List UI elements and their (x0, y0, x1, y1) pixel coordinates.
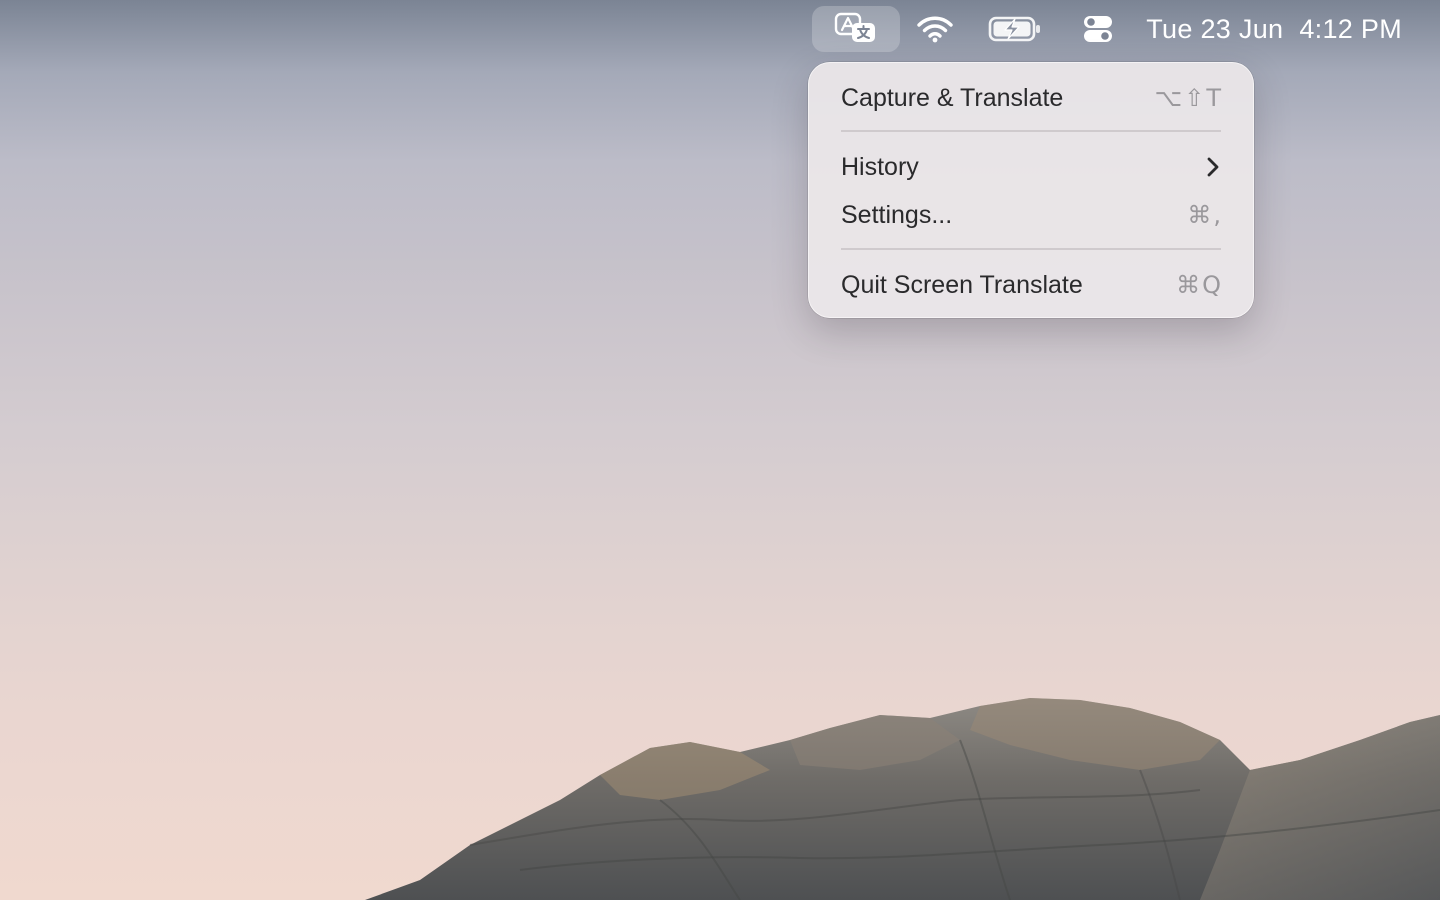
menu-item-shortcut: ⌘, (1187, 201, 1223, 229)
clock-time: 4:12 PM (1299, 13, 1402, 44)
menu-item-shortcut: ⌥⇧T (1154, 84, 1223, 112)
menu-item-capture-translate[interactable]: Capture & Translate ⌥⇧T (823, 76, 1239, 120)
menu-separator (841, 130, 1221, 132)
menu-item-label: Settings... (841, 200, 953, 229)
wifi-status-item[interactable] (910, 6, 960, 52)
menu-item-label: Capture & Translate (841, 83, 1064, 112)
menu-bar: Tue 23 Jun 4:12 PM (0, 0, 1440, 58)
desktop: Tue 23 Jun 4:12 PM Capture & Translate ⌥… (0, 0, 1440, 900)
menu-item-quit[interactable]: Quit Screen Translate ⌘Q (823, 263, 1239, 307)
control-center-status-item[interactable] (1072, 6, 1124, 52)
chevron-right-icon (1207, 157, 1219, 177)
wifi-icon (917, 16, 953, 43)
menu-separator (841, 248, 1221, 250)
menu-item-label: History (841, 152, 919, 181)
clock-date: Tue 23 Jun (1146, 13, 1284, 44)
battery-status-item[interactable] (980, 6, 1050, 52)
translate-status-item[interactable] (812, 6, 900, 52)
menu-item-history[interactable]: History (823, 145, 1239, 189)
menu-item-label: Quit Screen Translate (841, 270, 1083, 299)
menubar-clock[interactable]: Tue 23 Jun 4:12 PM (1146, 10, 1402, 48)
battery-charging-icon (988, 16, 1040, 42)
translate-icon (834, 12, 875, 42)
menu-item-shortcut: ⌘Q (1176, 271, 1223, 299)
screen-translate-menu: Capture & Translate ⌥⇧T History Settings… (808, 62, 1254, 318)
menu-item-settings[interactable]: Settings... ⌘, (823, 193, 1239, 237)
control-center-icon (1084, 16, 1112, 42)
